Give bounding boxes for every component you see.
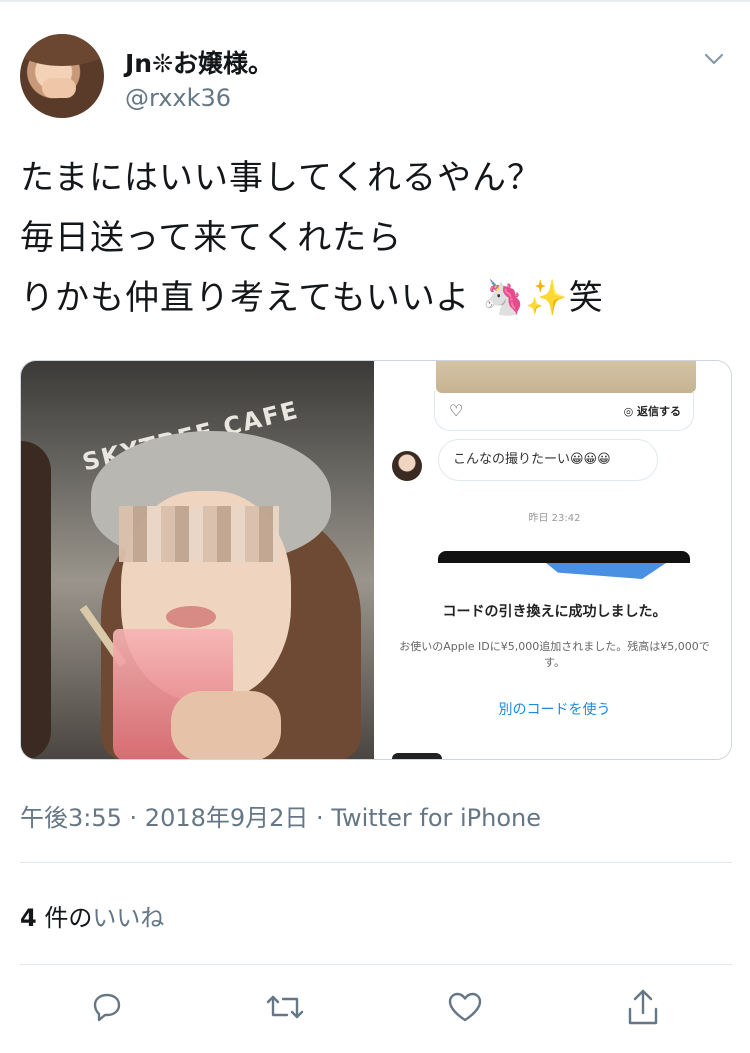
reply-label: ◎ 返信する — [623, 405, 681, 418]
photo-thumbnail — [436, 361, 696, 393]
photo-right-screenshot[interactable]: ♡ ◎ 返信する こんなの撮りたーい😀😀😀 昨日 23:42 コードの引き換えに… — [376, 361, 731, 759]
display-name[interactable]: Jn❊お嬢様。 — [125, 44, 273, 80]
mosaic-blur — [119, 506, 279, 562]
likes-count[interactable]: 4 件のいいね — [20, 898, 164, 933]
chat-time: 昨日 23:42 — [528, 513, 581, 524]
tweet-line: 毎日送って来てくれたら — [20, 218, 403, 258]
like-icon — [448, 992, 482, 1022]
tweet-line: たまにはいい事してくれるやん？ — [20, 158, 542, 198]
share-icon — [628, 989, 658, 1025]
retweet-button[interactable] — [263, 985, 307, 1029]
tweet-line: りかも仲直り考えてもいいよ 🦄✨笑 — [20, 278, 604, 318]
action-bar — [0, 985, 750, 1035]
separator: · — [308, 804, 332, 832]
tweet-text: たまにはいい事してくれるやん？ 毎日送って来てくれたら りかも仲直り考えてもいい… — [20, 148, 735, 328]
camera-icon: ◎ — [623, 405, 637, 418]
share-button[interactable] — [621, 985, 665, 1029]
divider — [20, 964, 732, 965]
photo-left[interactable]: SKYTREE CAFE — [21, 361, 374, 759]
retweet-icon — [266, 995, 304, 1019]
next-card-edge — [392, 753, 442, 759]
user-handle[interactable]: @rxxk36 — [125, 84, 231, 112]
avatar[interactable] — [20, 34, 104, 118]
likes-unit: 件の — [36, 904, 93, 932]
divider — [20, 862, 732, 863]
reply-icon — [93, 993, 121, 1022]
chevron-down-icon[interactable] — [703, 48, 725, 70]
separator: · — [121, 804, 145, 832]
top-divider — [0, 0, 750, 2]
gift-card-ribbon — [546, 563, 666, 579]
tweet-media[interactable]: SKYTREE CAFE ♡ ◎ 返信する こんなの撮りたーい😀😀😀 昨日 23… — [20, 360, 732, 760]
tweet-meta: 午後3:55 · 2018年9月2日 · Twitter for iPhone — [20, 798, 541, 833]
likes-number: 4 — [20, 904, 37, 932]
post-card-actions: ♡ ◎ 返信する — [434, 391, 694, 431]
other-code-link: 別のコードを使う — [498, 702, 611, 718]
tweet-time[interactable]: 午後3:55 — [20, 804, 122, 832]
likes-label: いいね — [92, 904, 165, 932]
redeem-title: コードの引き換えに成功しました。 — [442, 604, 667, 620]
like-button[interactable] — [443, 985, 487, 1029]
heart-icon: ♡ — [449, 401, 464, 420]
reply-button[interactable] — [85, 985, 129, 1029]
sender-avatar — [392, 451, 422, 481]
tweet-client[interactable]: Twitter for iPhone — [331, 804, 541, 832]
tweet-date[interactable]: 2018年9月2日 — [145, 804, 309, 832]
gift-card-top — [438, 551, 690, 563]
redeem-detail: お使いのApple IDに¥5,000追加されました。残高は¥5,000です。 — [399, 640, 710, 669]
tweet-header: Jn❊お嬢様。 @rxxk36 — [20, 34, 735, 124]
chat-bubble: こんなの撮りたーい😀😀😀 — [438, 439, 658, 481]
